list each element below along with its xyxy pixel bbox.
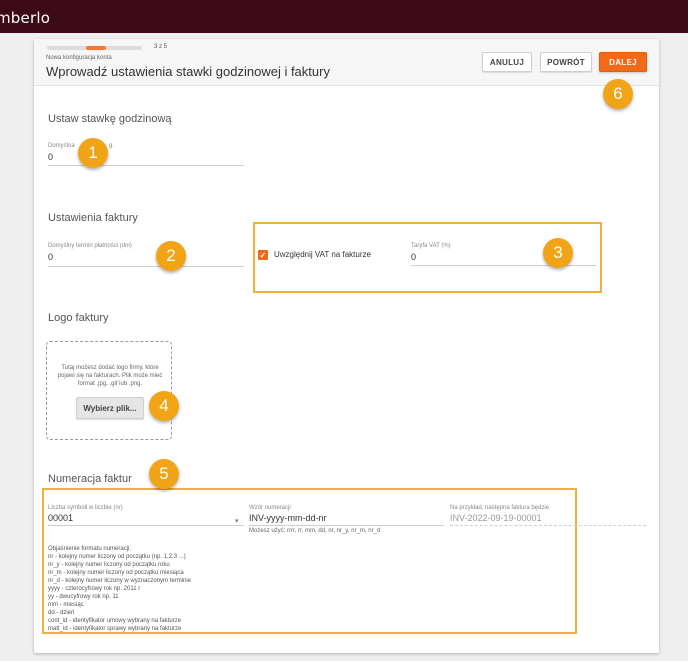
logo-hint: Tutaj możesz dodać logo firmy, które poj… — [57, 365, 163, 387]
digits-select[interactable]: 00001 — [48, 513, 73, 523]
format-help-line: nr_d - kolejny numer liczony w wyznaczon… — [48, 578, 192, 584]
format-help-line: nr - kolejny numer liczony od początku (… — [48, 554, 186, 560]
page-title: Wprowadź ustawienia stawki godzinowej i … — [46, 64, 330, 79]
callout-2: 2 — [156, 241, 186, 271]
vat-rate-underline — [411, 265, 596, 266]
pattern-hint: Możesz użyć: rrrr, rr, mm, dd, nr, nr_y,… — [249, 528, 381, 534]
back-button[interactable]: POWRÓT — [540, 52, 592, 72]
progress-bar — [47, 46, 142, 50]
format-help-line: mm - miesiąc — [48, 602, 84, 608]
payment-term-input[interactable]: 0 — [48, 252, 53, 262]
vat-rate-label: Taryfa VAT (%) — [411, 243, 451, 249]
invoice-logo-title: Logo faktury — [48, 312, 109, 324]
vat-checkbox[interactable]: ✓ — [258, 250, 268, 260]
pattern-underline — [249, 525, 444, 526]
format-help-line: yyyy - czterocyfrowy rok np. 2011 r — [48, 586, 141, 592]
top-bar: mberlo — [0, 0, 688, 33]
choose-file-button[interactable]: Wybierz plik... — [76, 397, 144, 419]
format-help-line: dd - dzień — [48, 610, 75, 616]
payment-term-label: Domyślny termin płatności (dni) — [48, 243, 132, 249]
logo-dropzone[interactable]: Tutaj możesz dodać logo firmy, które poj… — [46, 341, 172, 440]
pattern-input[interactable]: INV-yyyy-mm-dd-nr — [249, 513, 327, 523]
pattern-label: Wzór numeracji — [249, 505, 291, 511]
callout-3: 3 — [543, 238, 573, 268]
vat-rate-input[interactable]: 0 — [411, 252, 416, 262]
format-help-line: nr_m - kolejny numer liczony od początku… — [48, 570, 184, 576]
example-label: Na przykład, następna faktura będzie — [450, 505, 550, 511]
cancel-button[interactable]: ANULUJ — [482, 52, 532, 72]
format-help-line: cont_id - identyfikator umowy wybrany na… — [48, 618, 182, 624]
format-help-line: Objaśnienie formatu numeracji: — [48, 546, 132, 552]
digits-label: Liczba symboli w liczbie (nr) — [48, 505, 123, 511]
hourly-rate-label: Domyślna — [48, 143, 75, 149]
digits-underline — [48, 525, 244, 526]
payment-term-underline — [48, 266, 244, 267]
numbering-title: Numeracja faktur — [48, 473, 132, 485]
callout-6: 6 — [603, 79, 633, 109]
wizard-header: 3 z 5 Nowa konfiguracja konta Wprowadź u… — [34, 39, 659, 86]
hourly-rate-input[interactable]: 0 — [48, 152, 53, 162]
breadcrumb: Nowa konfiguracja konta — [46, 55, 112, 61]
app-logo[interactable]: mberlo — [0, 9, 50, 27]
hourly-rate-label-tail: g. — [109, 143, 115, 149]
step-count: 3 z 5 — [154, 44, 168, 50]
invoice-settings-title: Ustawienia faktury — [48, 212, 138, 224]
example-underline — [450, 525, 646, 526]
callout-4: 4 — [149, 391, 179, 421]
callout-1: 1 — [78, 138, 108, 168]
callout-5: 5 — [149, 459, 179, 489]
hourly-rate-underline — [48, 165, 244, 166]
format-help-line: nr_y - kolejny numer liczony od początku… — [48, 562, 170, 568]
format-help-line: matt_id - identyfikator sprawy wybrany n… — [48, 626, 182, 632]
next-button[interactable]: DALEJ — [599, 52, 647, 72]
vat-checkbox-label: Uwzględnij VAT na fakturze — [274, 250, 371, 259]
hourly-rate-title: Ustaw stawkę godzinową — [48, 113, 172, 125]
progress-fill — [86, 46, 106, 50]
example-value: INV-2022-09-19-00001 — [450, 513, 542, 523]
chevron-down-icon[interactable]: ▾ — [235, 517, 239, 525]
format-help-line: yy - dwucyfrowy rok np. 11 — [48, 594, 119, 600]
